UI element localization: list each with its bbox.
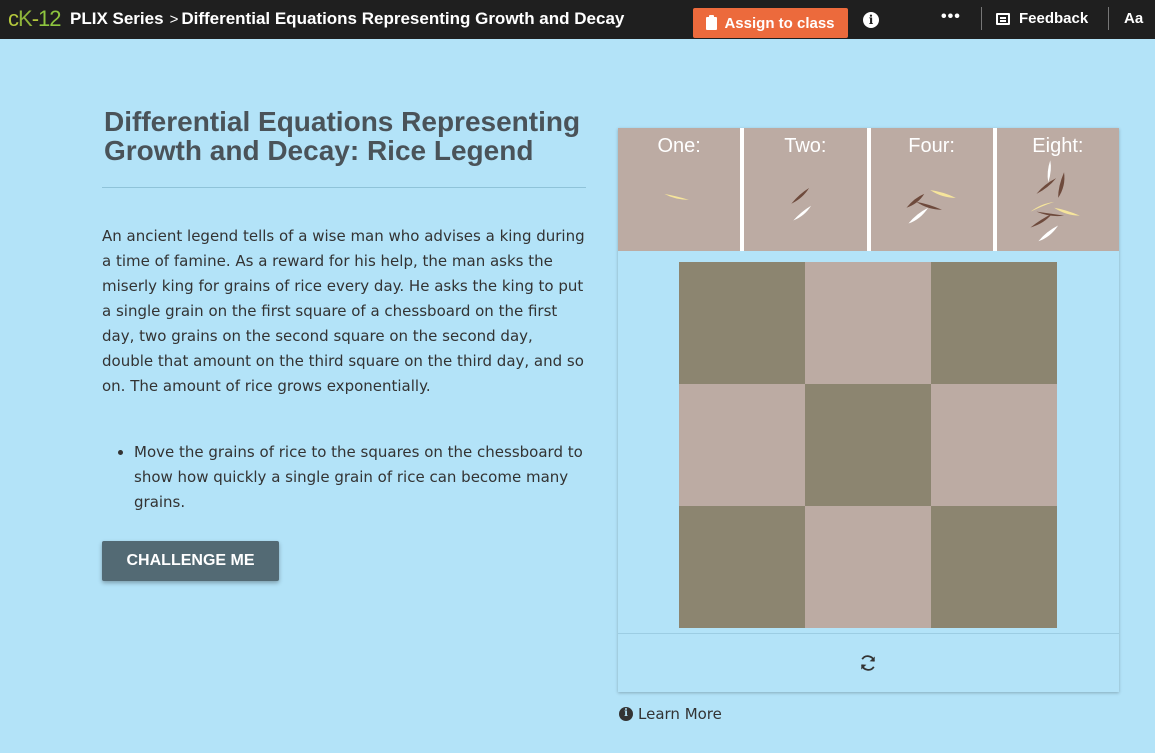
feedback-label: Feedback [1019, 10, 1089, 27]
grain-legend: One: Two: Four: Eight: [618, 128, 1119, 251]
legend-cell-eight: Eight: [996, 128, 1119, 251]
chessboard-square[interactable] [679, 506, 805, 628]
instruction-item: Move the grains of rice to the squares o… [134, 440, 604, 515]
top-bar: cK-12 PLIX Series > Differential Equations… [0, 0, 1155, 39]
chessboard-square[interactable] [805, 384, 931, 506]
legend-cell-four: Four: [870, 128, 993, 251]
feedback-icon [996, 12, 1010, 25]
learn-more-link[interactable]: i Learn More [619, 705, 722, 723]
page-title: Differential Equations Representing Grow… [104, 106, 581, 166]
topbar-divider [981, 7, 982, 30]
ck12-logo[interactable]: cK-12 [8, 6, 62, 32]
breadcrumb-separator: > [169, 11, 179, 28]
chessboard-square[interactable] [931, 384, 1057, 506]
title-divider [102, 187, 586, 188]
chessboard[interactable] [679, 262, 1057, 628]
clipboard-icon [706, 14, 718, 30]
rice-grain-one[interactable] [618, 128, 740, 251]
legend-cell-two: Two: [744, 128, 867, 251]
rice-grains-two[interactable] [744, 128, 866, 251]
chessboard-square[interactable] [931, 506, 1057, 628]
chessboard-square[interactable] [679, 262, 805, 384]
chessboard-square[interactable] [805, 506, 931, 628]
feedback-button[interactable]: Feedback [996, 10, 1088, 27]
rice-grains-eight[interactable] [997, 128, 1119, 251]
simulation-panel: One: Two: Four: Eight: [618, 128, 1119, 692]
challenge-me-button[interactable]: CHALLENGE ME [102, 541, 279, 581]
legend-cell-one: One: [618, 128, 741, 251]
assign-to-class-button[interactable]: Assign to class [693, 8, 848, 38]
breadcrumb-series[interactable]: PLIX Series [70, 9, 164, 28]
chessboard-square[interactable] [931, 262, 1057, 384]
breadcrumb: PLIX Series > Differential Equations Repre… [70, 9, 624, 29]
intro-paragraph: An ancient legend tells of a wise man wh… [102, 227, 585, 395]
refresh-icon[interactable] [858, 653, 878, 673]
chessboard-square[interactable] [805, 262, 931, 384]
info-icon[interactable]: i [863, 12, 879, 28]
info-icon: i [619, 707, 633, 721]
assign-to-class-label: Assign to class [724, 14, 835, 32]
rice-grains-four[interactable] [871, 128, 993, 251]
simulation-footer [618, 633, 1119, 692]
topbar-divider [1108, 7, 1109, 30]
more-options-icon[interactable]: ••• [941, 8, 961, 26]
breadcrumb-page-title: Differential Equations Representing Grow… [181, 9, 625, 28]
text-size-button[interactable]: Aa [1124, 10, 1143, 27]
learn-more-label: Learn More [638, 705, 722, 723]
instruction-list: Move the grains of rice to the squares o… [102, 440, 604, 515]
chessboard-square[interactable] [679, 384, 805, 506]
